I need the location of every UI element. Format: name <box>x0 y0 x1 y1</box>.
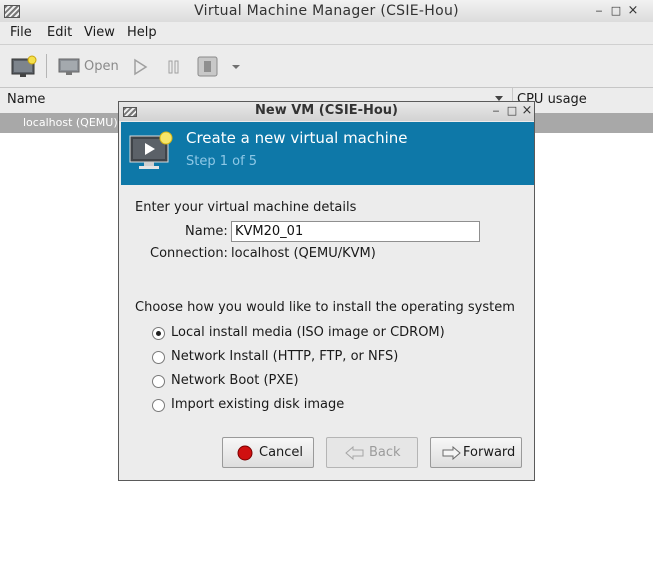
arrow-left-icon <box>345 446 364 460</box>
maximize-button[interactable]: □ <box>609 4 623 18</box>
menu-file[interactable]: File <box>10 25 32 40</box>
forward-label: Forward <box>463 445 516 460</box>
radio-import-disk[interactable] <box>152 399 165 412</box>
stop-icon <box>237 445 253 461</box>
close-button[interactable]: × <box>626 4 640 18</box>
forward-button[interactable]: Forward <box>430 437 522 468</box>
cancel-button[interactable]: Cancel <box>222 437 314 468</box>
dialog-maximize-button[interactable]: □ <box>505 104 519 118</box>
arrow-right-icon <box>442 446 461 460</box>
name-field[interactable] <box>231 221 480 242</box>
dialog-minimize-button[interactable]: ‒ <box>489 104 503 118</box>
radio-local-media[interactable] <box>152 327 165 340</box>
back-label: Back <box>369 445 401 460</box>
connection-row-label: localhost (QEMU) <box>23 116 118 129</box>
new-vm-button[interactable] <box>10 55 38 79</box>
banner-title: Create a new virtual machine <box>186 129 408 147</box>
menu-help[interactable]: Help <box>127 25 157 40</box>
pause-icon[interactable] <box>166 58 182 76</box>
console-icon <box>58 58 80 75</box>
chevron-down-icon[interactable] <box>230 62 242 72</box>
shutdown-icon[interactable] <box>197 56 219 78</box>
back-button[interactable]: Back <box>326 437 418 468</box>
open-button[interactable]: Open <box>58 55 120 79</box>
new-vm-icon <box>129 131 173 169</box>
play-icon[interactable] <box>132 58 148 76</box>
option-network-boot[interactable]: Network Boot (PXE) <box>171 373 299 388</box>
new-vm-icon <box>11 55 37 77</box>
option-network-install[interactable]: Network Install (HTTP, FTP, or NFS) <box>171 349 398 364</box>
radio-network-install[interactable] <box>152 351 165 364</box>
option-local-media[interactable]: Local install media (ISO image or CDROM) <box>171 325 445 340</box>
connection-value: localhost (QEMU/KVM) <box>231 246 376 261</box>
column-name[interactable]: Name <box>7 92 45 107</box>
cancel-label: Cancel <box>259 445 304 460</box>
option-import-disk[interactable]: Import existing disk image <box>171 397 344 412</box>
dialog-close-button[interactable]: × <box>520 104 534 118</box>
connection-label: Connection: <box>150 246 228 261</box>
name-label: Name: <box>185 224 228 239</box>
menu-view[interactable]: View <box>84 25 115 40</box>
minimize-button[interactable]: ‒ <box>592 4 606 18</box>
window-title: Virtual Machine Manager (CSIE-Hou) <box>194 3 459 19</box>
banner-step: Step 1 of 5 <box>186 154 258 169</box>
menu-edit[interactable]: Edit <box>47 25 72 40</box>
open-label: Open <box>84 59 119 74</box>
toolbar-separator <box>46 54 47 78</box>
radio-network-boot[interactable] <box>152 375 165 388</box>
dialog-title: New VM (CSIE-Hou) <box>255 103 398 118</box>
install-heading: Choose how you would like to install the… <box>135 300 515 315</box>
details-heading: Enter your virtual machine details <box>135 200 357 215</box>
